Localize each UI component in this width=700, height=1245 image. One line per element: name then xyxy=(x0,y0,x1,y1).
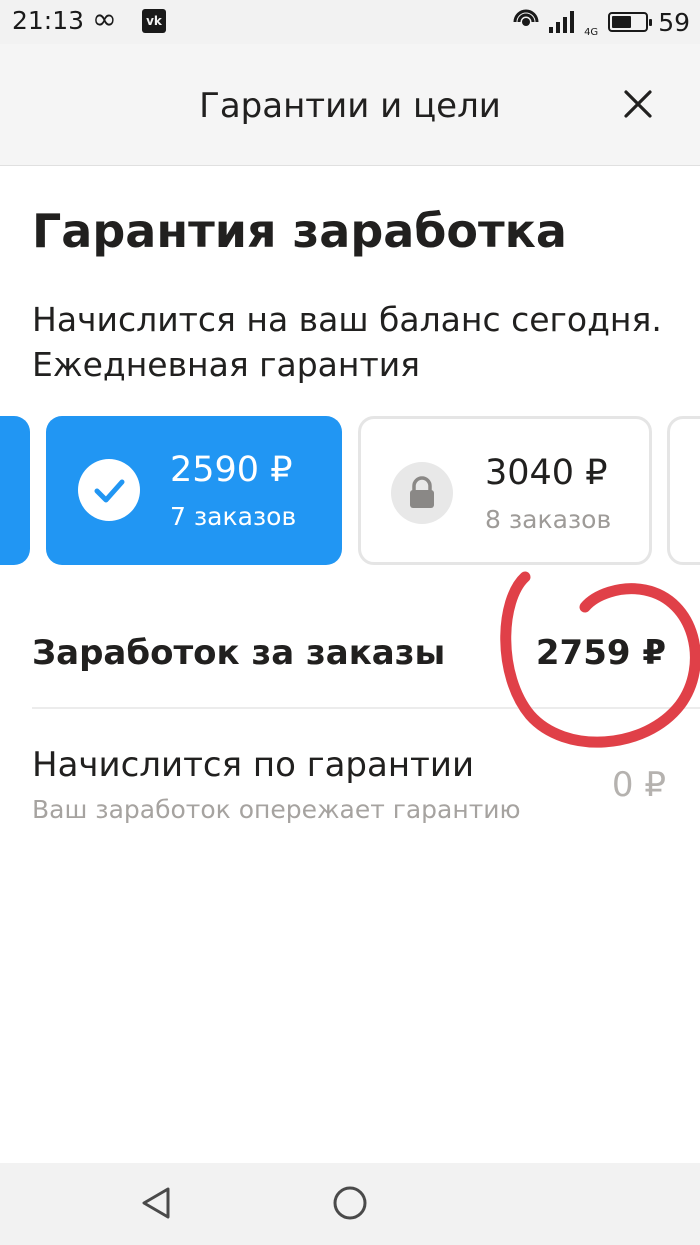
tier-amount: 3040 ₽ xyxy=(485,453,608,493)
divider xyxy=(32,707,700,709)
tier-card-next[interactable] xyxy=(667,416,700,565)
check-icon xyxy=(78,459,140,521)
guarantee-payout-label: Начислится по гарантии xyxy=(32,745,475,785)
status-time: 21:13 xyxy=(12,6,85,35)
lock-icon xyxy=(391,462,453,524)
page-title: Гарантии и цели xyxy=(199,86,501,126)
header: Гарантии и цели xyxy=(0,44,700,166)
battery-icon xyxy=(608,12,653,32)
signal-icon xyxy=(549,11,575,33)
vk-icon: vk xyxy=(142,9,166,33)
network-type: 4G xyxy=(584,27,599,38)
tier-card-locked[interactable]: 3040 ₽ 8 заказов xyxy=(358,416,652,565)
status-indicators: 4G 59 xyxy=(513,4,690,40)
earnings-value: 2759 ₽ xyxy=(535,633,666,673)
system-nav-bar xyxy=(0,1163,700,1245)
guarantee-payout-value: 0 ₽ xyxy=(611,765,666,805)
infinity-icon: ∞ xyxy=(92,2,117,37)
tier-amount: 2590 ₽ xyxy=(170,450,293,490)
earnings-label: Заработок за заказы xyxy=(32,633,446,673)
guarantee-payout-note: Ваш заработок опережает гарантию xyxy=(32,795,521,824)
home-icon[interactable] xyxy=(328,1181,372,1225)
battery-level: 59 xyxy=(658,7,690,37)
tier-orders: 8 заказов xyxy=(485,505,612,534)
tier-card-previous[interactable] xyxy=(0,416,30,565)
status-bar: 21:13 ∞ vk 4G 59 xyxy=(0,0,700,44)
battery-fill xyxy=(612,16,632,28)
back-icon[interactable] xyxy=(135,1181,179,1225)
tier-card-achieved[interactable]: 2590 ₽ 7 заказов xyxy=(46,416,342,565)
guarantee-subtitle: Начислится на ваш баланс сегодня. Ежедне… xyxy=(32,300,662,384)
guarantee-title: Гарантия заработка xyxy=(32,204,567,258)
close-icon[interactable] xyxy=(620,86,656,122)
hotspot-icon xyxy=(513,9,539,26)
tier-orders: 7 заказов xyxy=(170,502,297,531)
